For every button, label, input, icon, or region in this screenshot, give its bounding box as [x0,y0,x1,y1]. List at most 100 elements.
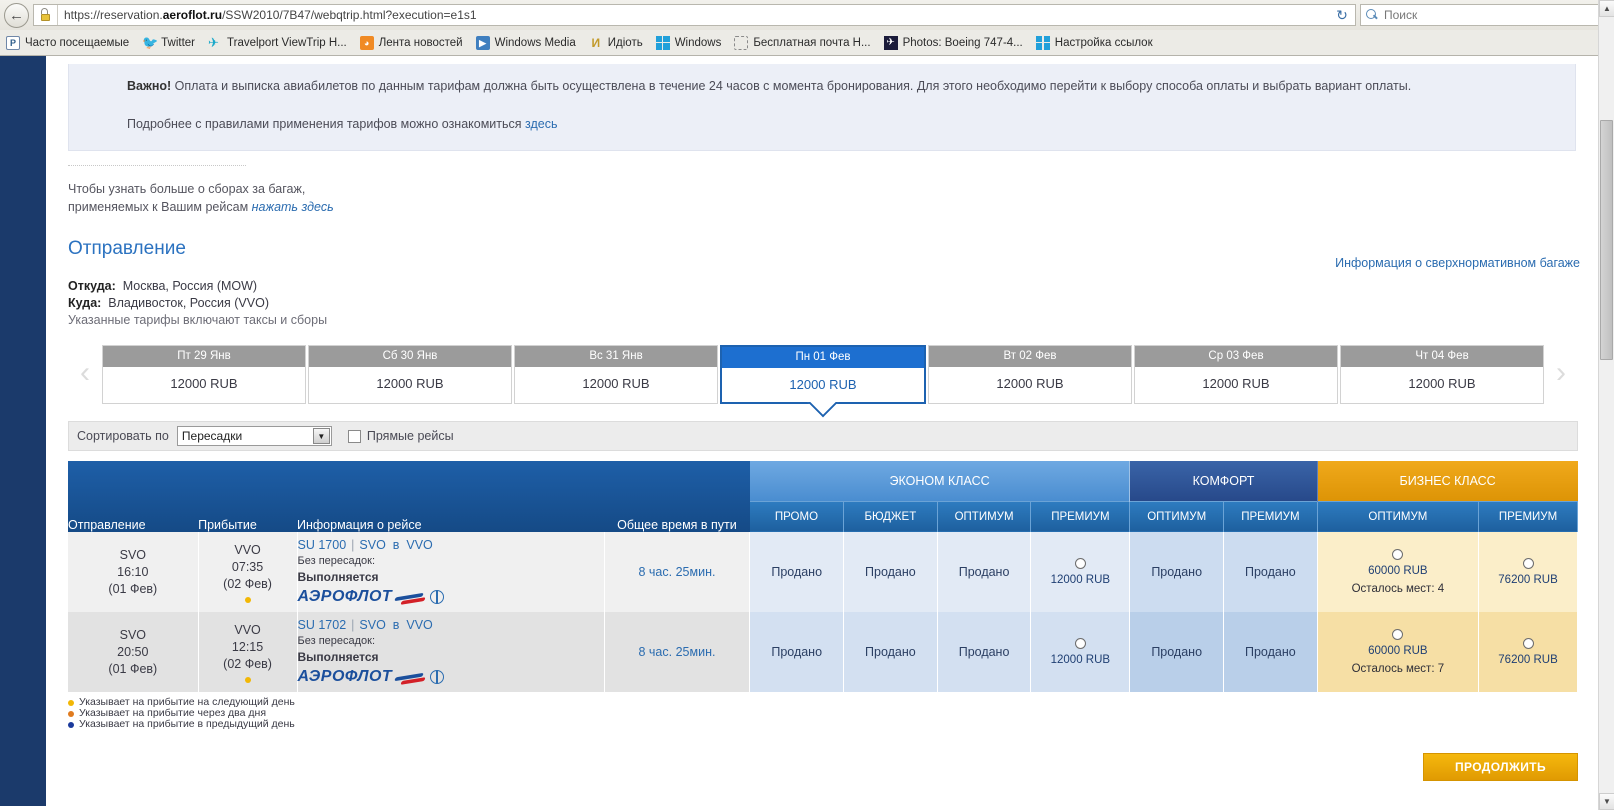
page-content: Важно! Оплата и выписка авиабилетов по д… [46,56,1598,806]
fare-rules-link[interactable]: здесь [525,117,557,131]
class-group-econom: ЭКОНОМ КЛАСС [749,461,1131,501]
notice-rules-text: Подробнее с правилами применения тарифов… [127,117,526,131]
prev-dates-arrow[interactable]: ‹ [68,345,102,401]
table-row: SVO 16:10 (01 Фев) VVO 07:35 (02 Фев) SU… [68,532,1578,612]
bookmark-label: Travelport ViewTrip H... [227,36,347,49]
flight-number[interactable]: SU 1702 [298,618,347,632]
subheader-comfort-premium: ПРЕМИУМ [1223,500,1318,532]
date-cell-selected[interactable]: Пн 01 Фев 12000 RUB [720,345,926,404]
aeroflot-logo: АЭРОФЛОТ [298,588,604,606]
aeroflot-logo: АЭРОФЛОТ [298,668,604,686]
continue-button[interactable]: ПРОДОЛЖИТЬ [1423,753,1578,781]
route-from: SVO [359,618,386,632]
fare-radio[interactable] [1074,558,1086,569]
bookmark-frequent[interactable]: P Часто посещаемые [6,35,130,50]
arrival-cell: VVO 12:15 (02 Фев) [198,612,298,692]
next-dates-arrow[interactable]: › [1544,345,1578,401]
bookmark-windows[interactable]: Windows [655,35,722,50]
legend-item: Указывает на прибытие через два дня [68,708,1598,719]
sort-selected-value: Пересадки [181,429,243,443]
date-cell[interactable]: Вт 02 Фев 12000 RUB [928,345,1132,404]
baggage-fees-link[interactable]: нажать здесь [252,200,334,214]
arr-date: (02 Фев) [223,656,272,671]
scroll-thumb[interactable] [1600,120,1613,360]
fare-radio[interactable] [1522,638,1534,649]
fare-cell-selectable[interactable]: 60000 RUB Осталось мест: 4 [1317,532,1480,612]
bookmark-label: Twitter [161,36,196,49]
date-cell[interactable]: Чт 04 Фев 12000 RUB [1340,345,1544,404]
airplane-icon: ✈ [883,35,898,50]
url-text: https://reservation.aeroflot.ru/SSW2010/… [57,5,1332,25]
date-cell[interactable]: Ср 03 Фев 12000 RUB [1134,345,1338,404]
bookmark-links-settings[interactable]: Настройка ссылок [1035,35,1153,50]
date-cell[interactable]: Сб 30 Янв 12000 RUB [308,345,512,404]
notice-important: Важно! Оплата и выписка авиабилетов по д… [127,78,1575,94]
browser-nav-bar: ← https://reservation.aeroflot.ru/SSW201… [0,0,1614,30]
seats-left: Осталось мест: 7 [1351,663,1445,675]
fare-cell-selectable[interactable]: 76200 RUB [1478,612,1578,692]
back-arrow-icon: ← [9,6,24,24]
duration-cell: 8 час. 25мин. [604,612,751,692]
scroll-up-arrow[interactable]: ▲ [1599,0,1614,17]
aeroflot-swoosh-icon [396,591,426,604]
departure-cell: SVO 20:50 (01 Фев) [68,612,199,692]
checkbox-box[interactable] [347,429,361,443]
page-scrollbar[interactable]: ▲ ▼ [1598,0,1614,810]
bookmark-twitter[interactable]: 🐦 Twitter [142,35,196,50]
direct-flights-checkbox[interactable]: Прямые рейсы [347,429,454,443]
baggage-line-1: Чтобы узнать больше о сборах за багаж, [68,182,306,196]
date-cell[interactable]: Вс 31 Янв 12000 RUB [514,345,718,404]
table-row: SVO 20:50 (01 Фев) VVO 12:15 (02 Фев) SU… [68,612,1578,692]
dep-date: (01 Фев) [108,661,158,676]
next-day-dot-icon [244,676,251,683]
bookmark-travelport[interactable]: ✈ Travelport ViewTrip H... [208,35,347,50]
fare-cell-selectable[interactable]: 60000 RUB Осталось мест: 7 [1317,612,1480,692]
bookmark-news-feed[interactable]: ◕ Лента новостей [359,35,463,50]
flight-number-line: SU 1700 | SVO в VVO [297,538,433,552]
date-cell[interactable]: Пт 29 Янв 12000 RUB [102,345,306,404]
bookmark-photos-boeing[interactable]: ✈ Photos: Boeing 747-4... [883,35,1023,50]
date-price: 12000 RUB [582,376,650,391]
fare-radio[interactable] [1074,638,1086,649]
bookmark-label: Windows [674,36,722,49]
fare-cell-sold: Продано [749,612,845,692]
fare-cell-selectable[interactable]: 12000 RUB [1030,612,1131,692]
fare-radio[interactable] [1392,629,1404,640]
subheader-econom-promo: ПРОМО [749,500,845,532]
route-to: VVO [406,538,433,552]
reload-icon[interactable]: ↻ [1332,5,1352,25]
scroll-down-arrow[interactable]: ▼ [1599,793,1614,810]
url-bar[interactable]: https://reservation.aeroflot.ru/SSW2010/… [33,4,1356,26]
next-day-dot-icon [244,596,251,603]
search-input[interactable]: Поиск [1360,4,1610,26]
dep-time: 16:10 [117,564,149,579]
main-column-headers: Отправление Прибытие Информация о рейсе … [68,461,750,532]
excess-baggage-link[interactable]: Информация о сверхнормативном багаже [1335,256,1580,270]
fare-cell-selectable[interactable]: 12000 RUB [1030,532,1131,612]
fare-radio[interactable] [1522,558,1534,569]
fare-cell-selectable[interactable]: 76200 RUB [1478,532,1578,612]
route-to: VVO [406,618,433,632]
sort-select[interactable]: Пересадки ▼ [176,426,332,446]
legend-text: Указывает на прибытие в предыдущий день [79,718,295,730]
flight-results-table: Отправление Прибытие Информация о рейсе … [68,461,1578,692]
fare-cell-sold: Продано [843,532,938,612]
left-rail [0,56,46,806]
flight-status: Выполняется [297,570,379,584]
back-button[interactable]: ← [4,2,29,28]
letter-m-icon: И [591,35,601,50]
fare-radio[interactable] [1392,549,1404,560]
fare-price: 60000 RUB [1368,645,1428,657]
skyteam-globe-icon [430,590,445,604]
flight-number[interactable]: SU 1700 [298,538,347,552]
chevron-down-icon[interactable]: ▼ [312,428,330,444]
bookmark-free-mail[interactable]: Бесплатная почта Н... [734,35,871,50]
bookmark-idiot[interactable]: И Идіоть [589,35,642,50]
class-group-business: БИЗНЕС КЛАСС [1317,461,1578,501]
bookmark-label: Часто посещаемые [25,36,130,49]
from-value: Москва, Россия (MOW) [122,279,258,293]
fare-cell-sold: Продано [1129,532,1225,612]
bookmark-windows-media[interactable]: ▶ Windows Media [475,35,576,50]
browser-chrome: ← https://reservation.aeroflot.ru/SSW201… [0,0,1614,56]
legend-item: Указывает на прибытие в предыдущий день [68,719,1598,730]
